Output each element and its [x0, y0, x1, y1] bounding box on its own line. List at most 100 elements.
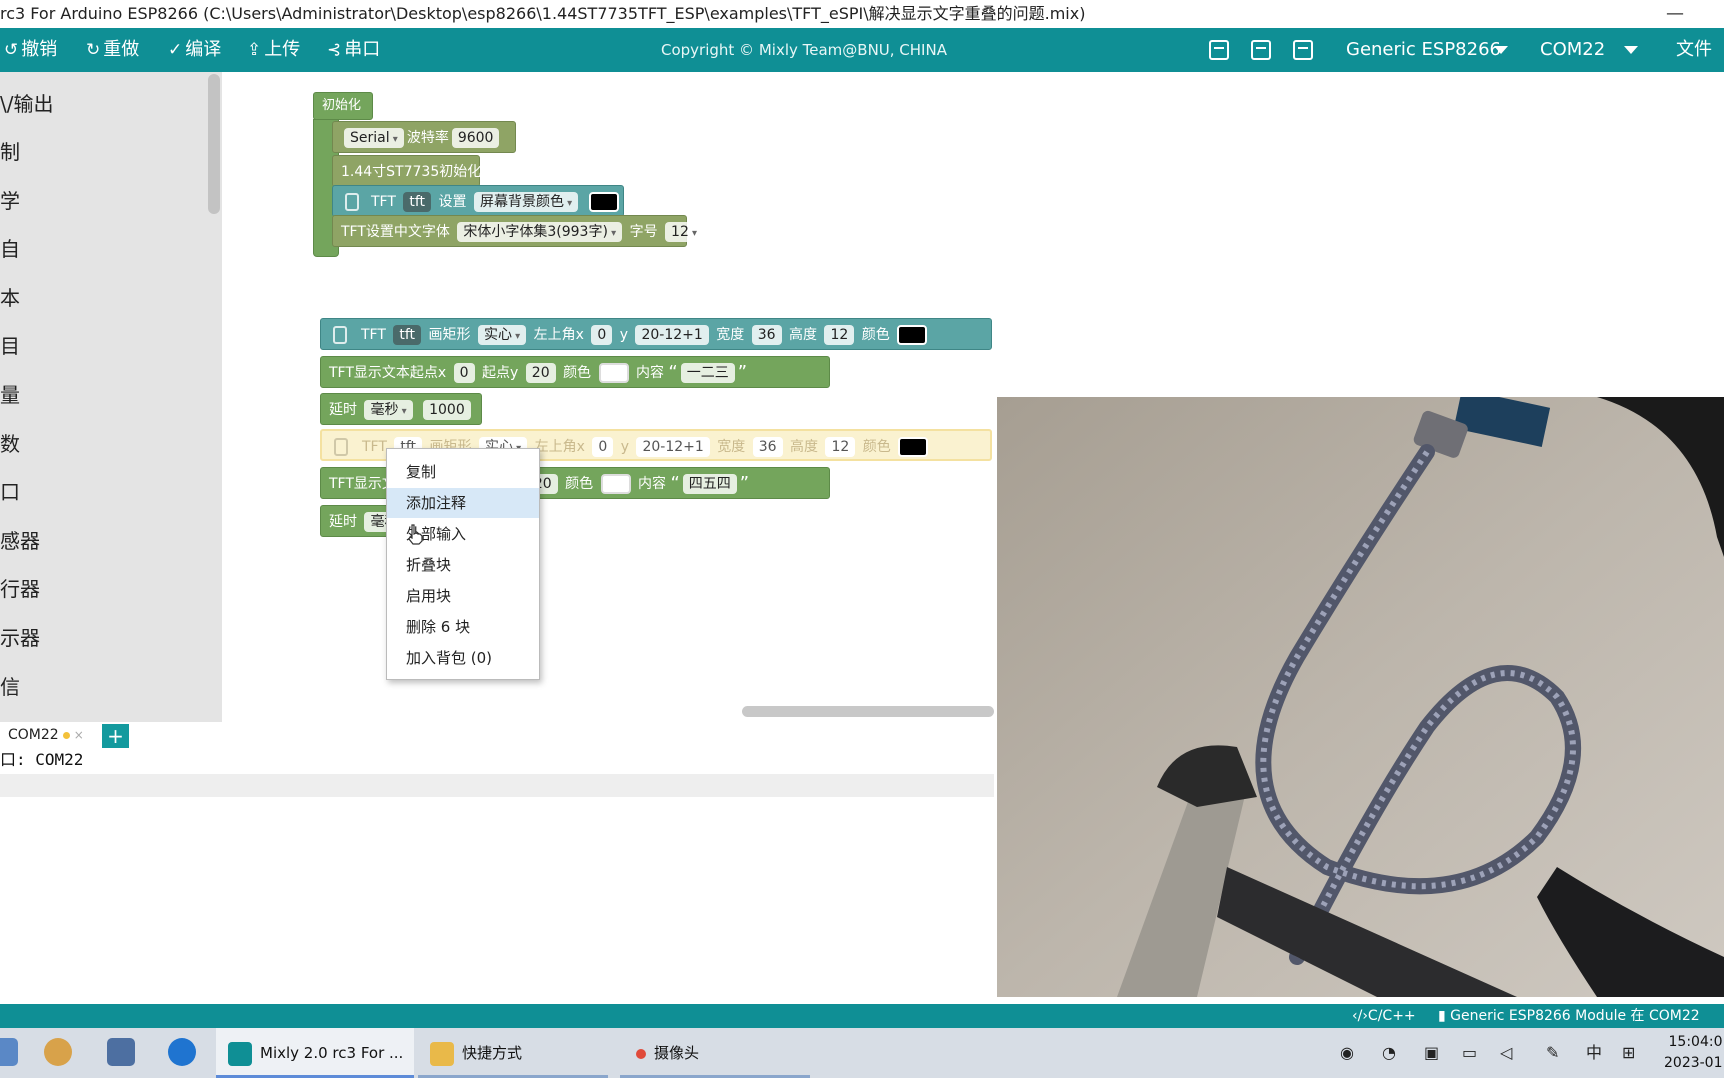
- width-value[interactable]: 36: [751, 325, 782, 345]
- tft-show-text-block-1[interactable]: TFT显示文本起点x 0 起点y 20 颜色 内容 “一二三”: [320, 356, 830, 388]
- delay-block-1[interactable]: 延时 毫秒 1000: [320, 393, 482, 425]
- menu-item-backpack[interactable]: 加入背包 (0): [387, 643, 539, 673]
- compile-button[interactable]: ✓ 编译: [168, 28, 221, 72]
- sidebar-item-io[interactable]: \/输出: [0, 88, 53, 117]
- serial-port-dropdown[interactable]: Serial: [344, 128, 404, 148]
- pen-icon[interactable]: ✎: [1546, 1028, 1559, 1078]
- browser-icon[interactable]: [168, 1038, 196, 1066]
- height-value[interactable]: 12: [824, 325, 855, 345]
- volume-icon[interactable]: ◁: [1500, 1028, 1512, 1078]
- x-value[interactable]: 0: [591, 325, 613, 345]
- width-value[interactable]: 36: [752, 437, 783, 457]
- close-icon[interactable]: ×: [74, 728, 84, 742]
- tab-com22[interactable]: COM22 ×: [0, 722, 84, 748]
- tft-object[interactable]: tft: [403, 192, 432, 212]
- sidebar-item-array[interactable]: 目: [0, 330, 20, 359]
- menu-item-add-comment[interactable]: 添加注释: [387, 488, 539, 518]
- y-value[interactable]: 20-12+1: [635, 325, 709, 345]
- keyboard-icon[interactable]: ⊞: [1622, 1028, 1635, 1078]
- ime-indicator[interactable]: 中: [1586, 1028, 1602, 1078]
- tft-label: TFT: [362, 439, 387, 455]
- height-value[interactable]: 12: [825, 437, 856, 457]
- menu-item-enable[interactable]: 启用块: [387, 581, 539, 611]
- sidebar-item-logic[interactable]: 自: [0, 233, 20, 262]
- sidebar-item-comms[interactable]: 信: [0, 671, 20, 700]
- block-gear-icon: [333, 326, 347, 344]
- chevron-down-icon: [1494, 46, 1508, 54]
- sidebar-item-actuator[interactable]: 行器: [0, 573, 40, 602]
- serial-begin-block[interactable]: Serial波特率9600: [332, 121, 516, 153]
- tft-chinese-font-block[interactable]: TFT设置中文字体 宋体小字体集3(993字) 字号 12: [332, 215, 704, 247]
- color-swatch-black[interactable]: [897, 325, 928, 345]
- font-size-dropdown[interactable]: 12: [665, 222, 704, 242]
- sidebar-item-serial[interactable]: 口: [0, 476, 20, 505]
- sidebar-scrollbar[interactable]: [208, 74, 220, 214]
- sidebar-item-variable[interactable]: 量: [0, 379, 20, 408]
- content-value[interactable]: 一二三: [680, 363, 735, 383]
- menu-item-collapse[interactable]: 折叠块: [387, 550, 539, 580]
- width-label: 宽度: [716, 327, 745, 343]
- board-select[interactable]: Generic ESP8266: [1346, 28, 1502, 72]
- wifi-icon[interactable]: ◔: [1382, 1028, 1396, 1078]
- window-layout-icon[interactable]: [1209, 40, 1229, 60]
- port-select-caret[interactable]: [1622, 28, 1642, 72]
- color-label: 颜色: [563, 365, 592, 381]
- sidebar-toggle-icon[interactable]: [1251, 40, 1271, 60]
- x-value[interactable]: 0: [592, 437, 614, 457]
- tft-fill-rect-block-1[interactable]: TFT tft 画矩形 实心 左上角x 0 y 20-12+1 宽度 36 高度…: [320, 318, 992, 350]
- calculator-icon[interactable]: [107, 1038, 135, 1066]
- paint-icon[interactable]: [44, 1038, 72, 1066]
- tft-set-background-block[interactable]: TFT tft 设置 屏幕背景颜色: [332, 185, 624, 217]
- content-value[interactable]: 四五四: [682, 474, 737, 494]
- sidebar-item-math[interactable]: 学: [0, 185, 20, 214]
- cortana-icon[interactable]: ◉: [1340, 1028, 1354, 1078]
- sidebar-item-control[interactable]: 制: [0, 136, 20, 165]
- delay-unit-dropdown[interactable]: 毫秒: [364, 400, 413, 420]
- sidebar-item-display[interactable]: 示器: [0, 622, 40, 651]
- upload-button[interactable]: ⇪ 上传: [247, 28, 300, 72]
- width-label: 宽度: [717, 439, 746, 455]
- menu-item-duplicate[interactable]: 复制: [387, 457, 539, 487]
- color-swatch-black[interactable]: [588, 192, 619, 212]
- serial-icon: ⊰: [327, 40, 342, 60]
- taskbar-app-shortcut[interactable]: 快捷方式: [418, 1028, 608, 1078]
- text-y-value[interactable]: 20: [525, 363, 556, 383]
- baud-value[interactable]: 9600: [451, 128, 500, 148]
- file-menu[interactable]: 文件: [1676, 28, 1724, 72]
- property-dropdown[interactable]: 屏幕背景颜色: [473, 192, 579, 212]
- sidebar-item-text[interactable]: 本: [0, 282, 20, 311]
- workspace-horizontal-scrollbar[interactable]: [742, 706, 994, 717]
- undo-button[interactable]: ↺ 撤销: [4, 28, 57, 72]
- minimize-button[interactable]: —: [1660, 0, 1690, 28]
- board-select-caret[interactable]: [1492, 28, 1512, 72]
- y-value[interactable]: 20-12+1: [636, 437, 710, 457]
- tft-object[interactable]: tft: [393, 325, 422, 345]
- font-label: TFT设置中文字体: [341, 224, 450, 240]
- text-x-value[interactable]: 0: [453, 363, 475, 383]
- delay-value[interactable]: 1000: [423, 400, 471, 420]
- sidebar-item-sensor[interactable]: 感器: [0, 525, 40, 554]
- security-icon[interactable]: ▣: [1424, 1028, 1439, 1078]
- content-label: 内容: [635, 365, 664, 381]
- battery-icon[interactable]: ▭: [1462, 1028, 1477, 1078]
- font-dropdown[interactable]: 宋体小字体集3(993字): [457, 222, 623, 242]
- serial-button[interactable]: ⊰ 串口: [327, 28, 380, 72]
- add-tab-button[interactable]: +: [102, 724, 129, 748]
- color-swatch-black[interactable]: [898, 437, 929, 457]
- sidebar-item-function[interactable]: 数: [0, 428, 20, 457]
- redo-button[interactable]: ↻ 重做: [86, 28, 139, 72]
- taskbar-app-camera[interactable]: 摄像头: [620, 1028, 810, 1078]
- setup-hat-block[interactable]: 初始化: [313, 92, 373, 120]
- start-icon[interactable]: [0, 1038, 18, 1066]
- st7735-init-block[interactable]: 1.44寸ST7735初始化: [332, 155, 481, 187]
- port-select[interactable]: COM22: [1540, 28, 1630, 72]
- fill-mode-dropdown[interactable]: 实心: [477, 325, 527, 345]
- serial-panel: COM22 × + 口: COM22: [0, 722, 994, 1004]
- color-swatch-white[interactable]: [598, 363, 629, 383]
- draw-rect-label: 画矩形: [428, 327, 471, 343]
- code-view-icon[interactable]: [1293, 40, 1313, 60]
- system-clock[interactable]: 15:04:0 2023-01: [1664, 1032, 1723, 1074]
- color-swatch-white[interactable]: [600, 474, 631, 494]
- taskbar-app-mixly[interactable]: Mixly 2.0 rc3 For ...: [216, 1028, 414, 1078]
- menu-item-delete[interactable]: 删除 6 块: [387, 612, 539, 642]
